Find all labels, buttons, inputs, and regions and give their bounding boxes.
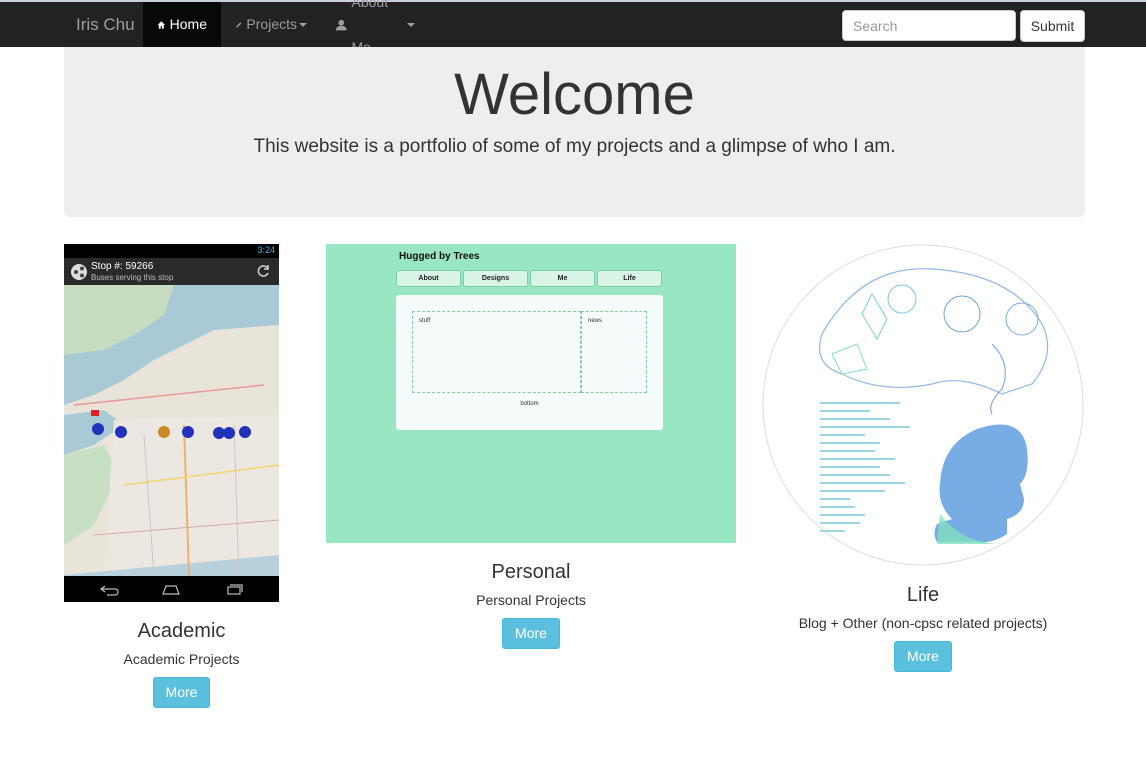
site-tab: Me xyxy=(530,270,595,287)
site-tab: Life xyxy=(597,270,662,287)
life-more-button[interactable]: More xyxy=(894,641,952,672)
nav-projects[interactable]: Projects xyxy=(221,2,321,47)
academic-description: Academic Projects xyxy=(123,651,240,667)
site-tabs: About Designs Me Life xyxy=(396,270,662,287)
map-view xyxy=(64,285,279,576)
page-subtitle: This website is a portfolio of some of m… xyxy=(253,136,896,157)
submit-button[interactable]: Submit xyxy=(1020,10,1085,42)
personal-more-button[interactable]: More xyxy=(502,618,560,649)
refresh-icon xyxy=(257,265,269,277)
life-title: Life xyxy=(906,584,940,606)
site-tab: About xyxy=(396,270,461,287)
phone-nav-bar xyxy=(64,576,279,602)
site-box-news: news xyxy=(581,311,647,393)
life-illustration xyxy=(762,244,1084,566)
navbar: Iris Chu Home Projects About Me Submit xyxy=(0,0,1146,55)
page-title: Welcome xyxy=(454,62,695,127)
brand-link[interactable]: Iris Chu xyxy=(76,2,135,47)
share-icon xyxy=(71,264,87,280)
home-icon xyxy=(162,585,180,595)
personal-description: Personal Projects xyxy=(476,592,586,608)
site-box-label: news xyxy=(588,318,603,324)
jumbotron: Welcome This website is a portfolio of s… xyxy=(64,47,1085,217)
back-icon xyxy=(100,585,119,596)
personal-title: Personal xyxy=(491,561,571,583)
nav-about[interactable]: About Me xyxy=(321,0,429,55)
personal-card: Personal Personal Projects More xyxy=(421,561,641,649)
nav-projects-label: Projects xyxy=(246,16,297,32)
site-box-stuff: stuff xyxy=(412,311,581,393)
site-footer: bottom xyxy=(520,401,539,407)
academic-card: Academic Academic Projects More xyxy=(64,620,299,708)
chevron-down-icon xyxy=(407,22,415,27)
site-box-label: stuff xyxy=(419,318,431,324)
recent-apps-icon xyxy=(227,584,243,595)
site-title: Hugged by Trees xyxy=(399,251,480,262)
pencil-icon xyxy=(236,21,242,28)
personal-thumbnail[interactable]: Hugged by Trees About Designs Me Life st… xyxy=(326,244,736,543)
stop-title: Stop #: 59266 xyxy=(91,261,154,272)
academic-more-button[interactable]: More xyxy=(152,677,211,708)
phone-action-bar: Stop #: 59266 Buses serving this stop xyxy=(64,258,279,285)
phone-status-bar: 3:24 xyxy=(64,244,279,258)
academic-thumbnail[interactable]: 3:24 Stop #: 59266 Buses serving this st… xyxy=(64,244,279,602)
search-input[interactable] xyxy=(842,10,1016,41)
nav-home-label: Home xyxy=(169,16,207,32)
life-thumbnail[interactable] xyxy=(762,244,1084,566)
home-icon xyxy=(157,20,166,29)
life-description: Blog + Other (non-cpsc related projects) xyxy=(798,615,1048,631)
site-content-panel: stuff news bottom xyxy=(396,295,663,430)
chevron-down-icon xyxy=(299,22,307,27)
life-card: Life Blog + Other (non-cpsc related proj… xyxy=(794,584,1052,672)
user-icon xyxy=(335,19,347,30)
academic-title: Academic xyxy=(137,620,226,642)
stop-subtitle: Buses serving this stop xyxy=(91,273,174,282)
phone-clock: 3:24 xyxy=(257,245,275,255)
nav-home[interactable]: Home xyxy=(143,2,221,47)
site-tab: Designs xyxy=(463,270,528,287)
